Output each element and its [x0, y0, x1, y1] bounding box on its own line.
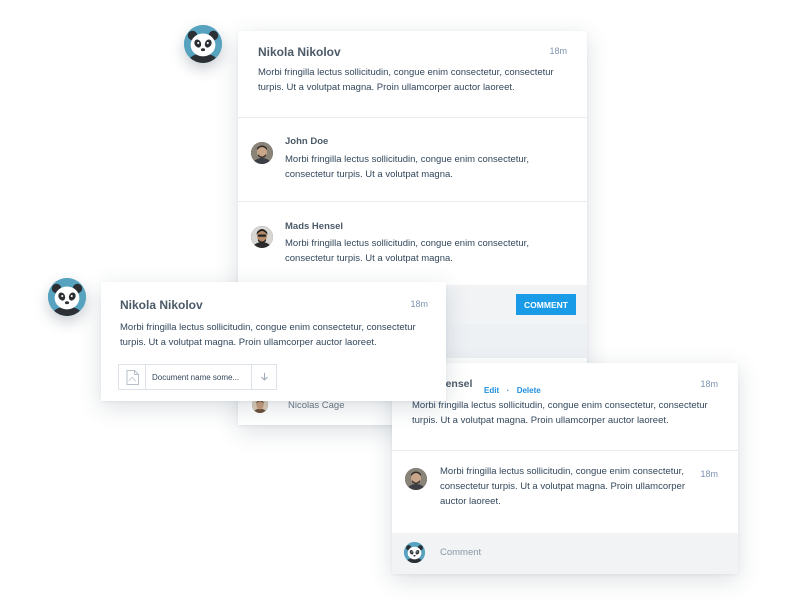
- reply-text: Morbi fringilla lectus sollicitudin, con…: [285, 238, 529, 264]
- separator: ·: [506, 386, 510, 395]
- comment-text: Morbi fringilla lectus sollicitudin, con…: [412, 400, 708, 426]
- delete-link[interactable]: Delete: [517, 386, 541, 395]
- comment-time: 18m: [549, 46, 567, 56]
- reply-author[interactable]: John Doe: [285, 136, 328, 147]
- avatar[interactable]: [251, 142, 273, 164]
- panda-avatar[interactable]: [184, 25, 222, 63]
- panda-icon: [184, 25, 222, 63]
- comment-author[interactable]: Nikola Nikolov: [258, 45, 341, 59]
- avatar[interactable]: [405, 468, 427, 490]
- panda-avatar[interactable]: [48, 278, 86, 316]
- comment-input-bar: Comment: [392, 533, 738, 574]
- comment-author[interactable]: Nikola Nikolov: [120, 298, 203, 312]
- attachment-name: Document name some...: [152, 372, 240, 382]
- reply-item: Morbi fringilla lectus sollicitudin, con…: [392, 451, 738, 531]
- reply-author[interactable]: Mads Hensel: [285, 221, 343, 232]
- reply-item: Mads Hensel Morbi fringilla lectus solli…: [238, 202, 587, 286]
- panda-icon: [48, 278, 86, 316]
- reply-item: John Doe Morbi fringilla lectus sollicit…: [238, 118, 587, 202]
- edit-link[interactable]: Edit: [484, 386, 499, 395]
- panda-icon: [404, 542, 425, 563]
- comment-time: 18m: [410, 299, 428, 309]
- panda-avatar: [404, 542, 425, 563]
- attachment[interactable]: Document name some...: [118, 364, 277, 390]
- reply-text: Morbi fringilla lectus sollicitudin, con…: [440, 466, 686, 507]
- comment-input[interactable]: Comment: [440, 547, 481, 558]
- comment-text: Morbi fringilla lectus sollicitudin, con…: [120, 322, 416, 348]
- comment-text: Morbi fringilla lectus sollicitudin, con…: [258, 67, 554, 93]
- download-icon[interactable]: [251, 365, 276, 389]
- avatar[interactable]: [251, 226, 273, 248]
- comment-time: 18m: [700, 379, 718, 389]
- comment-actions: Edit · Delete: [484, 380, 541, 398]
- pdf-file-icon: [119, 365, 146, 389]
- comment-button[interactable]: COMMENT: [516, 294, 576, 315]
- user-name: Nicolas Cage: [288, 400, 345, 411]
- thread-card-middle: Nikola Nikolov 18m Morbi fringilla lectu…: [101, 282, 446, 401]
- reply-text: Morbi fringilla lectus sollicitudin, con…: [285, 154, 529, 180]
- reply-time: 18m: [700, 469, 718, 479]
